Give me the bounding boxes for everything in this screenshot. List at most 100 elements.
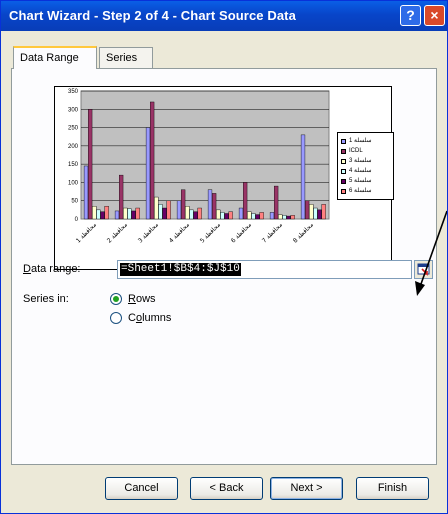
bar <box>269 212 275 220</box>
rows-radio[interactable] <box>110 293 122 305</box>
x-tick-label: محافظة 2 <box>106 221 129 244</box>
collapse-dialog-button[interactable] <box>414 260 433 279</box>
bar <box>290 215 295 220</box>
series-in-label: Series in: <box>23 293 69 305</box>
chart-wizard-dialog: Chart Wizard - Step 2 of 4 - Chart Sourc… <box>0 0 448 514</box>
plot-area <box>80 90 330 220</box>
bar <box>309 204 314 220</box>
collapse-dialog-icon <box>417 263 430 276</box>
bar <box>135 207 140 220</box>
cancel-button[interactable]: Cancel <box>105 477 178 500</box>
bar <box>255 214 260 220</box>
bar <box>154 196 159 220</box>
legend-label: سلسلة 6 <box>349 188 372 194</box>
legend-swatch <box>341 159 346 164</box>
bar <box>127 208 132 220</box>
bar <box>158 204 163 220</box>
bar <box>207 189 213 220</box>
columns-radio[interactable] <box>110 312 122 324</box>
bar <box>119 174 124 220</box>
bar <box>197 207 202 220</box>
y-tick-label: 100 <box>68 180 79 186</box>
bar <box>321 204 326 220</box>
bar <box>145 127 151 220</box>
bar <box>176 200 182 220</box>
help-icon: ? <box>406 7 415 23</box>
tab-series[interactable]: Series <box>99 47 153 69</box>
bar <box>247 211 252 220</box>
legend-label: سلسلة 3 <box>349 158 372 164</box>
data-range-value: =Sheet1!$B$4:$J$10 <box>120 263 241 276</box>
x-tick-label: محافظة 6 <box>230 221 253 244</box>
x-tick-label: محافظة 7 <box>261 221 284 244</box>
bar <box>313 207 318 220</box>
rows-radio-label[interactable]: Rows <box>128 293 156 305</box>
data-range-input[interactable]: =Sheet1!$B$4:$J$10 <box>117 260 412 279</box>
bar <box>243 182 248 220</box>
bar <box>83 165 89 220</box>
back-button[interactable]: < Back <box>190 477 263 500</box>
legend-label: سلسلة 1 <box>349 138 372 144</box>
bar <box>251 213 256 220</box>
bar <box>274 185 279 220</box>
bar <box>131 210 136 220</box>
bar <box>228 211 233 220</box>
bar <box>114 210 120 220</box>
bar <box>212 193 217 220</box>
window-title: Chart Wizard - Step 2 of 4 - Chart Sourc… <box>9 8 296 23</box>
bar <box>317 209 322 220</box>
legend-label: ICDL <box>349 148 363 154</box>
chart-preview: 0 50 100 150 200 250 300 350 محافظة 1 محافظة 2 محا… <box>54 86 394 270</box>
legend-item: سلسلة 3 <box>341 157 393 166</box>
button-row: Cancel < Back Next > Finish <box>1 477 447 501</box>
columns-radio-label[interactable]: Columns <box>128 312 171 324</box>
x-tick-label: محافظة 1 <box>75 221 98 244</box>
bar <box>185 205 190 220</box>
bar <box>162 207 167 220</box>
chart-legend: سلسلة 1 ICDL سلسلة 3 سلسلة 4 سلسلة 5 سلس… <box>337 132 394 200</box>
data-range-label-text: ata range: <box>30 263 81 275</box>
bar <box>189 209 194 220</box>
bar <box>259 212 264 220</box>
y-tick-label: 200 <box>68 144 79 150</box>
legend-swatch <box>341 139 346 144</box>
bar <box>238 207 244 220</box>
next-button[interactable]: Next > <box>270 477 343 500</box>
bar <box>96 209 101 220</box>
bar <box>88 109 93 220</box>
legend-swatch <box>341 189 346 194</box>
bar <box>300 134 306 220</box>
y-tick-label: 350 <box>68 89 79 95</box>
bar <box>166 200 171 220</box>
bar <box>286 215 291 220</box>
tab-data-range[interactable]: Data Range <box>13 46 97 69</box>
legend-item: سلسلة 1 <box>341 137 393 146</box>
bar <box>282 215 287 220</box>
y-tick-label: 250 <box>68 126 79 132</box>
legend-item: سلسلة 5 <box>341 177 393 186</box>
x-tick-label: محافظة 3 <box>137 221 160 244</box>
y-tick-label: 0 <box>75 217 79 223</box>
x-tick-label: محافظة 8 <box>292 221 315 244</box>
legend-swatch <box>341 149 346 154</box>
bar <box>224 213 229 220</box>
legend-item: سلسلة 4 <box>341 167 393 176</box>
y-tick-label: 150 <box>68 162 79 168</box>
title-bar[interactable]: Chart Wizard - Step 2 of 4 - Chart Sourc… <box>1 1 447 31</box>
bar <box>193 211 198 220</box>
bar <box>216 209 221 220</box>
finish-button[interactable]: Finish <box>356 477 429 500</box>
close-button[interactable]: × <box>424 5 445 26</box>
bar <box>181 189 186 220</box>
data-range-label: Data range: <box>23 263 81 275</box>
help-button[interactable]: ? <box>400 5 421 26</box>
y-tick-label: 300 <box>68 107 79 113</box>
bar <box>150 101 155 220</box>
legend-item: ICDL <box>341 147 393 156</box>
bar <box>278 214 283 220</box>
close-icon: × <box>430 7 439 23</box>
legend-swatch <box>341 169 346 174</box>
bar <box>100 211 105 220</box>
bar <box>104 205 109 220</box>
legend-label: سلسلة 5 <box>349 178 372 184</box>
